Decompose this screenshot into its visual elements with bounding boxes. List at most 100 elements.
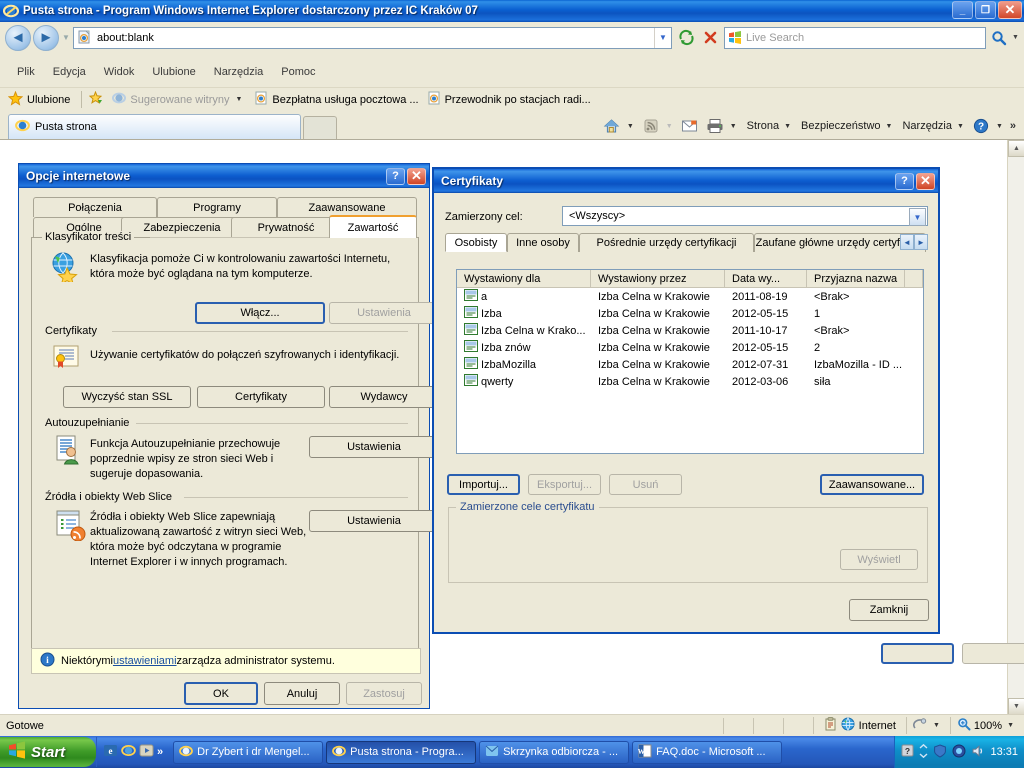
- stop-button[interactable]: [698, 26, 722, 50]
- zoom-dropdown-icon[interactable]: ▼: [1005, 722, 1018, 729]
- column-header-wystawiony-dla[interactable]: Wystawiony dla: [457, 270, 591, 287]
- shield-icon[interactable]: [933, 743, 947, 761]
- menu-ulubione[interactable]: Ulubione: [143, 64, 204, 80]
- tab-pusta-strona[interactable]: Pusta strona: [8, 114, 301, 139]
- certificate-row[interactable]: Izba znów Izba Celna w Krakowie 2012-05-15…: [457, 339, 923, 356]
- search-options-dropdown-icon[interactable]: ▼: [1010, 27, 1021, 49]
- volume-icon[interactable]: [971, 744, 985, 761]
- web-slice-settings-button[interactable]: Ustawienia: [309, 510, 439, 532]
- add-to-favorites-bar-button[interactable]: [87, 90, 110, 110]
- privacy-report-button[interactable]: ▼: [905, 717, 950, 734]
- favbar-item-sugerowane-witryny[interactable]: Sugerowane witryny ▼: [110, 90, 252, 109]
- address-input[interactable]: about:blank ▼: [73, 26, 672, 49]
- tab-zabezpieczenia[interactable]: Zabezpieczenia: [121, 217, 243, 237]
- start-button[interactable]: Start: [0, 737, 96, 767]
- search-go-button[interactable]: [988, 27, 1010, 49]
- favbar-item-bezplatna-usluga-pocztowa[interactable]: Bezpłatna usługa pocztowa ...: [252, 90, 424, 109]
- certificates-close-dialog-button[interactable]: Zamknij: [849, 599, 929, 621]
- certificates-help-button[interactable]: ?: [895, 172, 914, 190]
- chevron-down-icon[interactable]: ▼: [909, 208, 926, 226]
- taskbar-task-button[interactable]: Pusta strona - Progra...: [326, 740, 477, 764]
- advanced-button-real[interactable]: Zaawansowane...: [820, 474, 924, 495]
- internet-options-close-button[interactable]: ✕: [407, 167, 426, 185]
- tray-expand-icon[interactable]: [919, 743, 928, 761]
- recent-pages-dropdown-icon[interactable]: ▼: [59, 33, 73, 42]
- mail-icon[interactable]: [678, 114, 702, 138]
- tab-osobisty[interactable]: Osobisty: [445, 233, 507, 252]
- autocomplete-settings-button[interactable]: Ustawienia: [309, 436, 439, 458]
- maximize-button[interactable]: ❐: [975, 1, 996, 19]
- page-vertical-scrollbar[interactable]: ▲ ▼: [1007, 140, 1024, 715]
- outlook-icon[interactable]: e: [103, 743, 118, 761]
- certificates-close-button[interactable]: ✕: [916, 172, 935, 190]
- menu-narzedzia[interactable]: Narzędzia: [205, 64, 273, 80]
- quick-launch-overflow-icon[interactable]: »: [157, 746, 163, 758]
- help-dropdown-icon[interactable]: ▼: [994, 123, 1007, 130]
- scroll-down-button[interactable]: ▼: [1008, 698, 1024, 715]
- scroll-up-button[interactable]: ▲: [1008, 140, 1024, 157]
- import-button-real[interactable]: Importuj...: [447, 474, 520, 495]
- narzedzia-dropdown-icon[interactable]: ▼: [955, 123, 968, 130]
- favbar-item-przewodnik-po-stacjach-radiowych[interactable]: Przewodnik po stacjach radi...: [425, 90, 597, 109]
- certificate-row[interactable]: qwerty Izba Celna w Krakowie 2012-03-06 sił…: [457, 373, 923, 390]
- taskbar-task-button[interactable]: W FAQ.doc - Microsoft ...: [632, 740, 783, 764]
- address-dropdown-icon[interactable]: ▼: [654, 27, 671, 48]
- minimize-button[interactable]: _: [952, 1, 973, 19]
- ie-icon[interactable]: [121, 743, 136, 761]
- certificates-button[interactable]: Certyfikaty: [197, 386, 325, 408]
- back-button[interactable]: ◄: [5, 24, 31, 51]
- forward-button[interactable]: ►: [33, 24, 59, 51]
- menu-plik[interactable]: Plik: [8, 64, 44, 80]
- tab-scroll-right-button[interactable]: ►: [914, 234, 928, 250]
- help-icon[interactable]: ?: [969, 114, 993, 138]
- command-overflow-icon[interactable]: »: [1008, 120, 1020, 132]
- internet-options-cancel-button[interactable]: Anuluj: [264, 682, 340, 705]
- column-header-przyjazna-nazwa[interactable]: Przyjazna nazwa: [807, 270, 905, 287]
- tab-programy[interactable]: Programy: [157, 197, 277, 217]
- printer-dropdown-icon[interactable]: ▼: [728, 123, 741, 130]
- refresh-button[interactable]: [674, 26, 698, 50]
- tab-polaczenia[interactable]: Połączenia: [33, 197, 157, 217]
- clear-ssl-state-button[interactable]: Wyczyść stan SSL: [63, 386, 191, 408]
- taskbar-task-button[interactable]: Skrzynka odbiorcza - ...: [479, 740, 630, 764]
- certificate-row[interactable]: Izba Izba Celna w Krakowie 2012-05-15 1: [457, 305, 923, 322]
- zoom-control[interactable]: 100% ▼: [949, 717, 1024, 734]
- import-button[interactable]: [881, 643, 954, 664]
- admin-notice-link[interactable]: ustawieniami: [113, 655, 177, 667]
- media-icon[interactable]: [139, 743, 154, 761]
- strona-dropdown-icon[interactable]: ▼: [782, 123, 795, 130]
- publishers-button[interactable]: Wydawcy: [329, 386, 439, 408]
- tab-scroll-left-button[interactable]: ◄: [900, 234, 914, 250]
- internet-options-help-button[interactable]: ?: [386, 167, 405, 185]
- command-bezpieczenstwo[interactable]: Bezpieczeństwo: [796, 117, 883, 135]
- printer-icon[interactable]: [703, 114, 727, 138]
- chevron-down-icon[interactable]: ▼: [233, 96, 246, 103]
- certificate-row[interactable]: Izba Celna w Krako... Izba Celna w Krakow…: [457, 322, 923, 339]
- tab-posrednie-urzedy-certyfikacji[interactable]: Pośrednie urzędy certyfikacji: [579, 233, 754, 252]
- favorites-center-button[interactable]: Ulubione: [6, 90, 76, 110]
- tab-inne-osoby[interactable]: Inne osoby: [507, 233, 579, 252]
- tab-prywatnosc[interactable]: Prywatność: [231, 217, 341, 237]
- home-icon[interactable]: [600, 114, 624, 138]
- tab-zaawansowane[interactable]: Zaawansowane: [277, 197, 417, 217]
- command-strona[interactable]: Strona: [742, 117, 781, 135]
- internet-options-ok-button[interactable]: OK: [184, 682, 258, 705]
- security-zone-indicator[interactable]: Internet: [812, 717, 906, 734]
- column-header-data-wygasniecia[interactable]: Data wy...: [725, 270, 807, 287]
- rss-icon[interactable]: [639, 114, 663, 138]
- command-narzedzia[interactable]: Narzędzia: [897, 117, 954, 135]
- clock[interactable]: 13:31: [990, 746, 1018, 758]
- certificates-list[interactable]: Wystawiony dla Wystawiony przez Data wy.…: [456, 269, 924, 454]
- bezpieczenstwo-dropdown-icon[interactable]: ▼: [884, 123, 897, 130]
- new-tab-button[interactable]: [303, 116, 337, 139]
- column-header-wystawiony-przez[interactable]: Wystawiony przez: [591, 270, 725, 287]
- menu-pomoc[interactable]: Pomoc: [272, 64, 324, 80]
- content-advisor-enable-button[interactable]: Włącz...: [195, 302, 325, 324]
- close-button[interactable]: ✕: [998, 1, 1022, 19]
- menu-widok[interactable]: Widok: [95, 64, 144, 80]
- search-input[interactable]: Live Search: [724, 26, 986, 49]
- network-icon[interactable]: [952, 744, 966, 761]
- taskbar-task-button[interactable]: Dr Zybert i dr Mengel...: [173, 740, 324, 764]
- intended-purpose-select[interactable]: <Wszyscy> ▼: [562, 206, 928, 226]
- certificate-row[interactable]: IzbaMozilla Izba Celna w Krakowie 2012-07-…: [457, 356, 923, 373]
